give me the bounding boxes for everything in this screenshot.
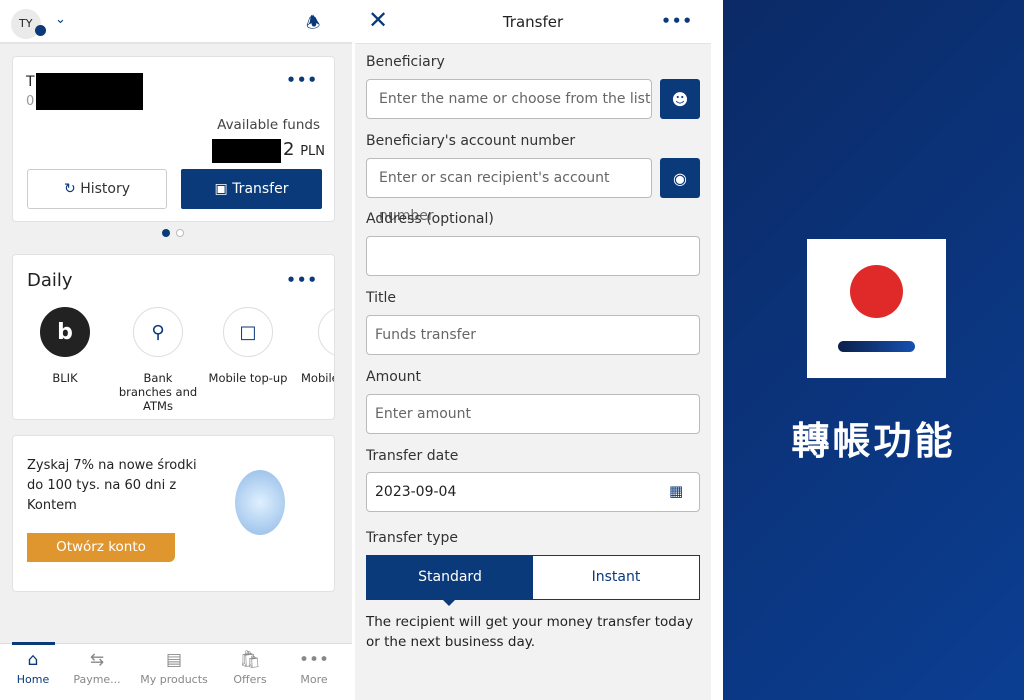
- bank-logo: [807, 239, 946, 378]
- wallet-icon: ▤: [165, 650, 183, 670]
- history-icon: ↻: [64, 181, 76, 197]
- nav-more[interactable]: ••• More: [292, 650, 336, 686]
- type-instant[interactable]: Instant: [533, 556, 699, 599]
- transfer-screen: ✕ Transfer ••• Beneficiary Enter the nam…: [355, 0, 711, 700]
- more-icon[interactable]: •••: [286, 71, 318, 89]
- scan-button[interactable]: ◉: [660, 158, 700, 198]
- promo-text: Zyskaj 7% na nowe środki do 100 tys. na …: [27, 458, 197, 513]
- active-indicator: [12, 642, 55, 645]
- promo-banner: 轉帳功能: [723, 0, 1024, 700]
- balance: 2 PLN: [283, 139, 325, 160]
- map-pin-icon: ⚲: [133, 307, 183, 357]
- quick-action-mobile[interactable]: +Mobile: [299, 307, 334, 385]
- daily-card: Daily ••• b BLIK ⚲ Bank branches and ATMs …: [12, 254, 335, 420]
- redaction: [212, 139, 281, 163]
- page-title: Transfer: [502, 13, 564, 31]
- quick-action-blik[interactable]: b BLIK: [25, 307, 105, 385]
- open-account-button[interactable]: Otwórz konto: [27, 533, 175, 562]
- banner-caption: 轉帳功能: [791, 419, 956, 463]
- account-number: 0: [26, 94, 35, 109]
- daily-title: Daily: [27, 270, 73, 291]
- nav-home[interactable]: ⌂ Home: [10, 650, 56, 686]
- promo-card: Zyskaj 7% na nowe środki do 100 tys. na …: [12, 435, 335, 592]
- camera-icon: ◉: [673, 168, 687, 188]
- date-input[interactable]: 2023-09-04: [366, 472, 700, 512]
- calendar-icon[interactable]: ▦: [669, 482, 683, 500]
- title-label: Title: [366, 290, 397, 306]
- account-label: Beneficiary's account number: [366, 133, 576, 149]
- redaction: [36, 73, 143, 110]
- user-icon: [35, 25, 46, 36]
- history-button[interactable]: ↻ History: [27, 169, 167, 209]
- nav-payments[interactable]: ⇆ Payme...: [72, 650, 122, 686]
- account-name: T: [26, 74, 35, 90]
- type-standard[interactable]: Standard: [367, 556, 533, 599]
- account-number-input[interactable]: Enter or scan recipient's account number: [366, 158, 652, 224]
- mobile-icon: +: [318, 307, 334, 357]
- more-icon[interactable]: •••: [661, 12, 693, 30]
- address-label: Address (optional): [366, 211, 494, 227]
- beneficiary-input[interactable]: Enter the name or choose from the list: [366, 79, 652, 119]
- bottom-nav: ⌂ Home ⇆ Payme... ▤ My products 🛍 Offers •••…: [0, 642, 352, 700]
- phone-topup-icon: □: [223, 307, 273, 357]
- person-icon: ☻: [671, 89, 689, 109]
- selected-pointer: [443, 600, 455, 606]
- top-bar: ✕ Transfer •••: [355, 0, 711, 44]
- available-funds-label: Available funds: [217, 117, 320, 133]
- blik-logo: b: [40, 307, 90, 357]
- transfer-button[interactable]: ▣ Transfer: [181, 169, 322, 209]
- address-input[interactable]: [366, 236, 700, 276]
- page-dot-active[interactable]: [162, 229, 170, 237]
- top-bar: TY ⌄ 🕭: [0, 0, 352, 44]
- transfer-note: The recipient will get your money transf…: [366, 614, 694, 650]
- account-card: T 0 ••• Available funds 2 PLN ↻ History …: [12, 56, 335, 222]
- type-label: Transfer type: [366, 530, 459, 546]
- quick-action-branches[interactable]: ⚲ Bank branches and ATMs: [116, 307, 200, 413]
- title-input[interactable]: Funds transfer: [366, 315, 700, 355]
- more-icon[interactable]: •••: [286, 271, 318, 289]
- amount-label: Amount: [366, 369, 422, 385]
- date-label: Transfer date: [366, 448, 459, 464]
- chevron-down-icon[interactable]: ⌄: [55, 12, 66, 27]
- bag-icon: 🛍: [239, 650, 261, 670]
- home-icon: ⌂: [27, 650, 39, 670]
- more-icon: •••: [298, 650, 330, 670]
- piggy-bank-image: [235, 470, 285, 535]
- transfer-arrows-icon: ⇆: [89, 650, 105, 670]
- page-dot[interactable]: [176, 229, 184, 237]
- quick-action-topup[interactable]: □ Mobile top-up: [208, 307, 288, 385]
- transfer-type-toggle: Standard Instant: [366, 555, 700, 600]
- bell-icon[interactable]: 🕭: [306, 12, 320, 39]
- contacts-button[interactable]: ☻: [660, 79, 700, 119]
- transfer-icon: ▣: [214, 181, 228, 197]
- amount-input[interactable]: Enter amount: [366, 394, 700, 434]
- nav-my-products[interactable]: ▤ My products: [140, 650, 208, 686]
- nav-offers[interactable]: 🛍 Offers: [228, 650, 272, 686]
- beneficiary-label: Beneficiary: [366, 54, 445, 70]
- home-screen: TY ⌄ 🕭 T 0 ••• Available funds 2 PLN ↻ H…: [0, 0, 352, 700]
